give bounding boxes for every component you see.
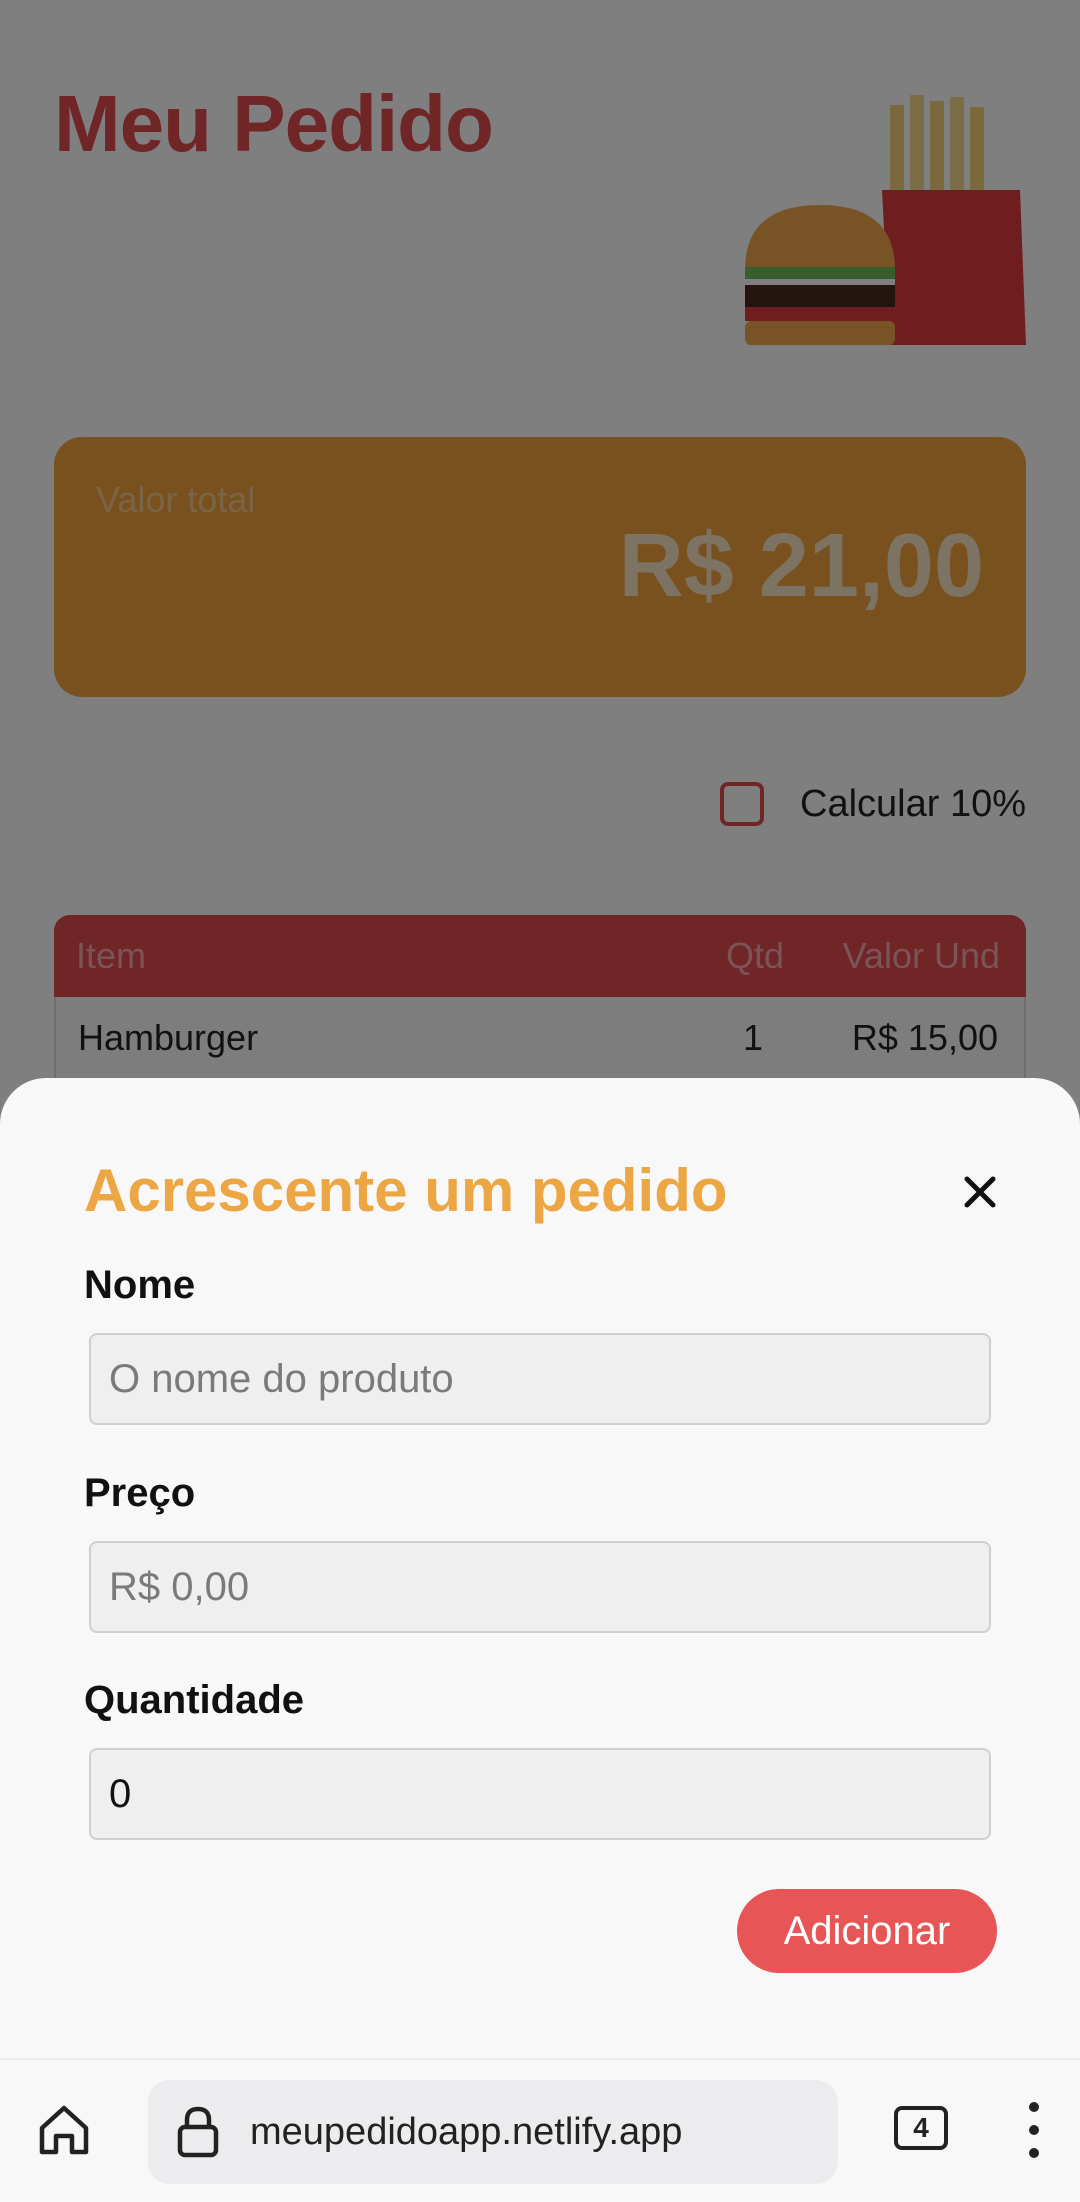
background-page: Meu Pedido Valor total R$ 21,00 Calcular… bbox=[0, 0, 1080, 1200]
home-icon bbox=[39, 2105, 89, 2155]
more-vert-icon[interactable] bbox=[1014, 2096, 1054, 2164]
browser-toolbar: meupedidoapp.netlify.app 4 bbox=[0, 2058, 1080, 2202]
preco-input[interactable] bbox=[89, 1541, 991, 1633]
close-button[interactable] bbox=[948, 1160, 1012, 1224]
address-bar[interactable]: meupedidoapp.netlify.app bbox=[148, 2080, 838, 2184]
add-order-sheet: Acrescente um pedido Nome Preço Quantida… bbox=[0, 1078, 1080, 2058]
preco-label: Preço bbox=[84, 1471, 196, 1515]
url-text: meupedidoapp.netlify.app bbox=[250, 2110, 683, 2153]
add-button[interactable]: Adicionar bbox=[737, 1889, 997, 1973]
screen: Meu Pedido Valor total R$ 21,00 Calcular… bbox=[0, 0, 1080, 2202]
tab-count: 4 bbox=[913, 2112, 929, 2143]
lock-icon bbox=[172, 2102, 224, 2162]
close-icon bbox=[964, 1176, 996, 1208]
quantidade-input[interactable] bbox=[89, 1748, 991, 1840]
nome-input[interactable] bbox=[89, 1333, 991, 1425]
home-button[interactable] bbox=[30, 2096, 98, 2164]
modal-overlay[interactable] bbox=[0, 0, 1080, 1200]
sheet-title: Acrescente um pedido bbox=[84, 1157, 728, 1224]
nome-label: Nome bbox=[84, 1263, 196, 1307]
quantidade-label: Quantidade bbox=[84, 1678, 305, 1722]
tabs-button[interactable]: 4 bbox=[894, 2106, 948, 2150]
